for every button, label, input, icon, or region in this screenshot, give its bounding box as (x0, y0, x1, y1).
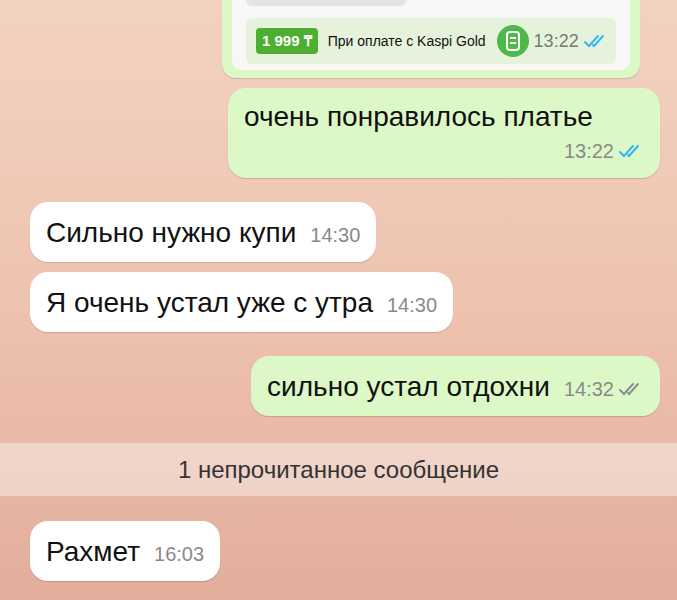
message-meta: 14:30 (310, 220, 360, 252)
message-row: Сильно нужно купи 14:30 (0, 202, 677, 262)
incoming-message[interactable]: Сильно нужно купи 14:30 (30, 202, 376, 262)
outgoing-message[interactable]: сильно устал отдохни 14:32 (251, 356, 660, 416)
unread-label: 1 непрочитанное сообщение (178, 452, 499, 488)
message-row: Я очень устал уже с утра 14:30 (0, 272, 677, 332)
message-time: 16:03 (154, 539, 204, 569)
read-ticks-icon (618, 381, 644, 397)
message-row: очень понравилось платье13:22 (0, 88, 677, 178)
message-text: Сильно нужно купи (46, 214, 296, 252)
message-meta: 14:32 (564, 374, 644, 406)
message-row: сильно устал отдохни 14:32 (0, 356, 677, 416)
read-ticks-icon (583, 33, 609, 49)
message-text: Рахмет (46, 533, 140, 571)
message-text: сильно устал отдохни (267, 368, 550, 406)
message-row: 1 999 ₸ При оплате с Kaspi Gold 13:22 (0, 0, 677, 78)
message-text: Я очень устал уже с утра (46, 284, 373, 322)
product-message[interactable]: 1 999 ₸ При оплате с Kaspi Gold 13:22 (222, 0, 640, 78)
message-time: 14:30 (387, 290, 437, 320)
message-time: 14:32 (564, 374, 614, 404)
message-meta: 16:03 (154, 539, 204, 571)
message-row: Рахмет 16:03 (0, 521, 677, 581)
price-badge: 1 999 ₸ (256, 28, 318, 55)
incoming-message[interactable]: Рахмет 16:03 (30, 521, 220, 581)
read-ticks-icon (618, 143, 644, 159)
chat-screen: 1 999 ₸При оплате с Kaspi Gold13:22очень… (0, 0, 677, 600)
message-meta: 13:22 (496, 24, 609, 58)
product-card[interactable]: 1 999 ₸ При оплате с Kaspi Gold 13:22 (232, 0, 630, 70)
message-meta: 14:30 (387, 290, 437, 322)
outgoing-message[interactable]: очень понравилось платье13:22 (228, 88, 660, 178)
price-strip: 1 999 ₸ При оплате с Kaspi Gold 13:22 (246, 18, 616, 64)
message-text: очень понравилось платье (244, 98, 593, 136)
message-time: 13:22 (564, 136, 614, 166)
message-time: 13:22 (534, 28, 579, 55)
message-meta: 13:22 (564, 136, 644, 168)
product-placeholder (246, 0, 406, 6)
incoming-message[interactable]: Я очень устал уже с утра 14:30 (30, 272, 453, 332)
kaspi-logo-icon (496, 24, 530, 58)
message-time: 14:30 (310, 220, 360, 250)
unread-divider: 1 непрочитанное сообщение (0, 443, 677, 496)
price-caption: При оплате с Kaspi Gold (328, 31, 486, 52)
